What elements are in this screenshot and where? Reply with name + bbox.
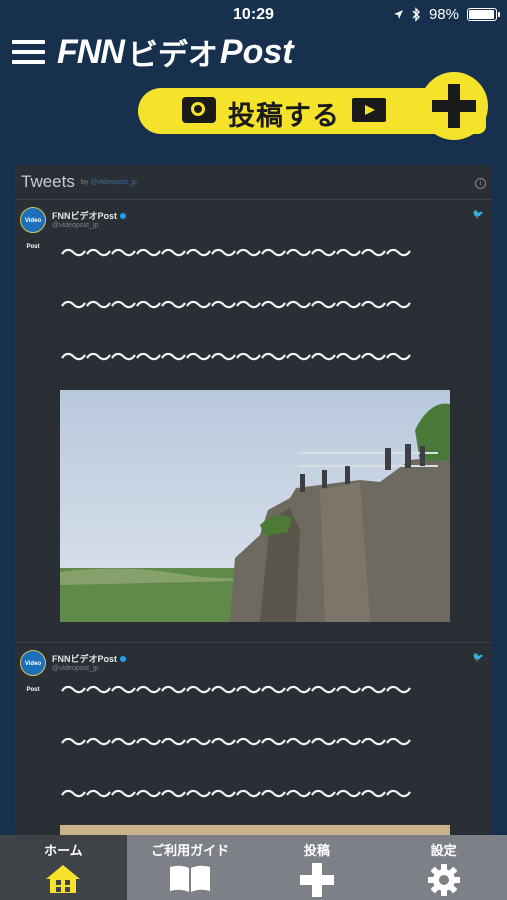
tweet-text-line: 〜〜〜〜〜〜〜〜〜〜〜〜〜〜 bbox=[60, 780, 412, 810]
status-right: 98% bbox=[393, 6, 500, 23]
tweet-author-name-text: FNNビデオPost bbox=[52, 654, 117, 664]
tweet-author-name-text: FNNビデオPost bbox=[52, 211, 117, 221]
twitter-bird-icon[interactable]: 🐦 bbox=[473, 652, 484, 663]
verified-badge-icon bbox=[120, 213, 126, 219]
tab-label: ホーム bbox=[44, 843, 83, 858]
tweet-text: 〜〜〜〜〜〜〜〜〜〜〜〜〜〜 〜〜〜〜〜〜〜〜〜〜〜〜〜〜 〜〜〜〜〜〜〜〜〜〜… bbox=[60, 665, 460, 821]
avatar-text: Video Post bbox=[24, 218, 42, 250]
tab-home[interactable]: ホーム bbox=[0, 835, 127, 900]
tweet-text-line: 〜〜〜〜〜〜〜〜〜〜〜〜〜〜 bbox=[60, 239, 412, 269]
tab-label: ご利用ガイド bbox=[151, 843, 230, 858]
avatar[interactable]: Video Post bbox=[20, 650, 46, 693]
tab-post[interactable]: 投稿 bbox=[254, 835, 381, 900]
tweets-widget: Tweets by @videopost_jp i Video Post FNN… bbox=[15, 165, 492, 835]
camera-icon bbox=[182, 97, 216, 123]
tab-label: 設定 bbox=[430, 843, 457, 858]
logo-middle: ビデオ bbox=[127, 39, 218, 72]
battery-icon bbox=[467, 8, 500, 21]
avatar-text: Video Post bbox=[24, 661, 42, 693]
plus-icon bbox=[299, 863, 334, 897]
tab-label: 投稿 bbox=[303, 843, 330, 858]
tab-guide[interactable]: ご利用ガイド bbox=[127, 835, 254, 900]
tweet-text-line: 〜〜〜〜〜〜〜〜〜〜〜〜〜〜 bbox=[60, 291, 412, 321]
tweet-text-line: 〜〜〜〜〜〜〜〜〜〜〜〜〜〜 bbox=[60, 676, 412, 706]
widget-by-handle[interactable]: @videopost_jp bbox=[90, 179, 136, 186]
tab-settings[interactable]: 設定 bbox=[380, 835, 507, 900]
tweet-text-line: 〜〜〜〜〜〜〜〜〜〜〜〜〜〜 bbox=[60, 343, 412, 373]
tweet-photo[interactable] bbox=[60, 390, 450, 622]
menu-icon[interactable] bbox=[12, 40, 45, 66]
tweet-item[interactable]: Video Post FNNビデオPost @videopost_jp 🐦 〜〜… bbox=[15, 200, 492, 643]
tab-bar: ホーム ご利用ガイド 投稿 設定 bbox=[0, 835, 507, 900]
tweet-text: 〜〜〜〜〜〜〜〜〜〜〜〜〜〜 〜〜〜〜〜〜〜〜〜〜〜〜〜〜 〜〜〜〜〜〜〜〜〜〜… bbox=[60, 228, 460, 384]
battery-percent: 98% bbox=[428, 6, 459, 23]
tweet-text-line: 〜〜〜〜〜〜〜〜〜〜〜〜〜〜 bbox=[60, 728, 412, 758]
tweet-author-name[interactable]: FNNビデオPost bbox=[52, 652, 126, 665]
status-bar: 10:29 98% bbox=[0, 0, 507, 30]
verified-badge-icon bbox=[120, 656, 126, 662]
twitter-bird-icon[interactable]: 🐦 bbox=[473, 209, 484, 220]
logo-prefix: FNN bbox=[57, 32, 125, 71]
video-film-icon bbox=[352, 98, 386, 122]
tweet-author-name[interactable]: FNNビデオPost bbox=[52, 209, 126, 222]
widget-by-prefix: by bbox=[81, 179, 89, 186]
post-banner-label: 投稿する bbox=[228, 101, 340, 131]
tweet-photo[interactable] bbox=[60, 825, 450, 835]
book-icon bbox=[170, 865, 211, 892]
logo-suffix: Post bbox=[219, 32, 294, 71]
avatar[interactable]: Video Post bbox=[20, 207, 46, 250]
bluetooth-icon bbox=[412, 7, 420, 22]
widget-title: Tweets bbox=[21, 172, 75, 191]
widget-byline: by @videopost_jp bbox=[81, 179, 137, 186]
plus-circle-icon bbox=[420, 72, 488, 140]
widget-header: Tweets by @videopost_jp i bbox=[15, 165, 492, 200]
gear-icon bbox=[427, 864, 460, 896]
app-logo: FNN ビデオ Post bbox=[57, 30, 294, 74]
app-header: FNN ビデオ Post 投稿する bbox=[0, 30, 507, 160]
post-banner-button[interactable]: 投稿する bbox=[138, 72, 488, 140]
home-icon bbox=[46, 865, 81, 893]
info-icon[interactable]: i bbox=[475, 178, 486, 189]
location-icon bbox=[394, 10, 403, 19]
tweet-item[interactable]: Video Post FNNビデオPost @videopost_jp 🐦 〜〜… bbox=[15, 643, 492, 835]
cliff-landscape-image bbox=[60, 390, 450, 622]
